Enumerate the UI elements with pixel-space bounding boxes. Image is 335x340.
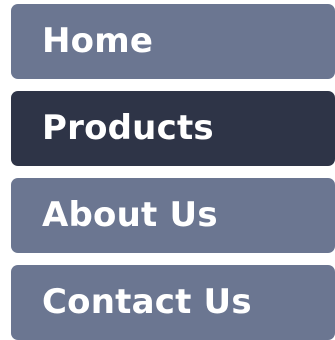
vertical-nav-menu: Home Products About Us Contact Us: [11, 4, 335, 340]
nav-item-label: Products: [42, 107, 214, 148]
nav-item-home[interactable]: Home: [11, 4, 335, 79]
nav-item-contact-us[interactable]: Contact Us: [11, 265, 335, 340]
nav-item-label: Contact Us: [42, 281, 252, 322]
nav-item-products[interactable]: Products: [11, 91, 335, 166]
nav-item-about-us[interactable]: About Us: [11, 178, 335, 253]
nav-item-label: About Us: [42, 194, 218, 235]
nav-item-label: Home: [42, 20, 154, 61]
